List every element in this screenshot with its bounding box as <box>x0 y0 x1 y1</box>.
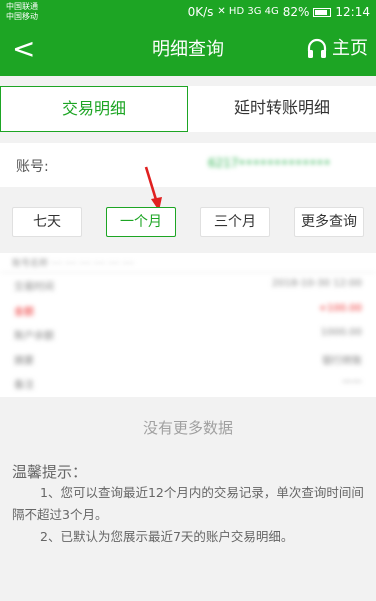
tips-title: 温馨提示： <box>12 463 88 481</box>
home-button[interactable]: 主页 <box>306 37 368 61</box>
battery-fill <box>315 9 327 15</box>
no-more-data-text: 没有更多数据 <box>142 419 233 437</box>
record-rows: 交易时间 2018-10-30 12:00 金额 +100.00 账户余额 10… <box>0 273 376 396</box>
record-row-value: 2018-10-30 12:00 <box>271 278 362 289</box>
home-label: 主页 <box>332 38 368 59</box>
carrier-info: 中国联通 中国移动 <box>6 2 38 22</box>
transaction-record[interactable]: 账号名称 ···· ···· ···· ···· ···· ···· 交易时间 … <box>0 253 376 397</box>
status-bar: 中国联通 中国移动 0K/s ✕ HD 3G 4G 82% 12:14 <box>0 0 376 24</box>
headset-icon <box>307 38 327 58</box>
tab-transaction-details[interactable]: 交易明细 <box>0 86 188 132</box>
carrier-1: 中国联通 <box>6 2 38 11</box>
record-row-value: 银行转账 <box>322 355 362 367</box>
record-row-value: —— <box>342 376 362 387</box>
filter-three-months[interactable]: 三个月 <box>200 207 270 237</box>
period-filters: 七天 一个月 三个月 更多查询 <box>0 200 376 246</box>
battery-percent: 82% <box>282 5 310 19</box>
record-row: 账户余额 1000.00 <box>0 322 376 347</box>
record-row: 金额 +100.00 <box>0 298 376 323</box>
filter-one-month[interactable]: 一个月 <box>106 207 176 237</box>
record-row-label: 账户余额 <box>14 331 54 342</box>
filter-more-query[interactable]: 更多查询 <box>294 207 364 237</box>
account-row[interactable]: 账号: 6217••••••••••••• <box>0 143 376 187</box>
account-label: 账号: <box>16 159 49 175</box>
record-row-value: 1000.00 <box>320 327 362 338</box>
detail-tabs: 交易明细 延时转账明细 <box>0 86 376 132</box>
tip-item: 1、您可以查询最近12个月内的交易记录，单次查询时间间隔不超过3个月。 <box>12 485 364 522</box>
record-row-label: 备注 <box>14 380 34 391</box>
record-row-label: 交易时间 <box>14 282 54 293</box>
status-indicators: 0K/s ✕ HD 3G 4G 82% 12:14 <box>188 4 370 20</box>
signal-icons: ✕ HD 3G 4G <box>217 6 279 17</box>
network-speed: 0K/s <box>187 5 214 19</box>
record-header: 账号名称 ···· ···· ···· ···· ···· ···· <box>0 253 376 273</box>
record-row: 备注 —— <box>0 371 376 396</box>
nav-bar: < 明细查询 主页 <box>0 24 376 76</box>
record-row-value: +100.00 <box>318 302 362 314</box>
record-row: 摘要 银行转账 <box>0 347 376 372</box>
clock: 12:14 <box>335 5 370 19</box>
carrier-2: 中国移动 <box>6 12 38 21</box>
account-number[interactable]: 6217••••••••••••• <box>208 156 331 170</box>
record-row-label: 金额 <box>14 306 34 318</box>
tab-delayed-transfer-details[interactable]: 延时转账明细 <box>188 86 376 132</box>
tip-item: 2、已默认为您展示最近7天的账户交易明细。 <box>40 529 294 544</box>
filter-seven-days[interactable]: 七天 <box>12 207 82 237</box>
record-row: 交易时间 2018-10-30 12:00 <box>0 273 376 298</box>
tips-section: 温馨提示： 1、您可以查询最近12个月内的交易记录，单次查询时间间隔不超过3个月… <box>12 462 368 548</box>
record-row-label: 摘要 <box>14 355 34 367</box>
battery-icon <box>313 7 332 17</box>
